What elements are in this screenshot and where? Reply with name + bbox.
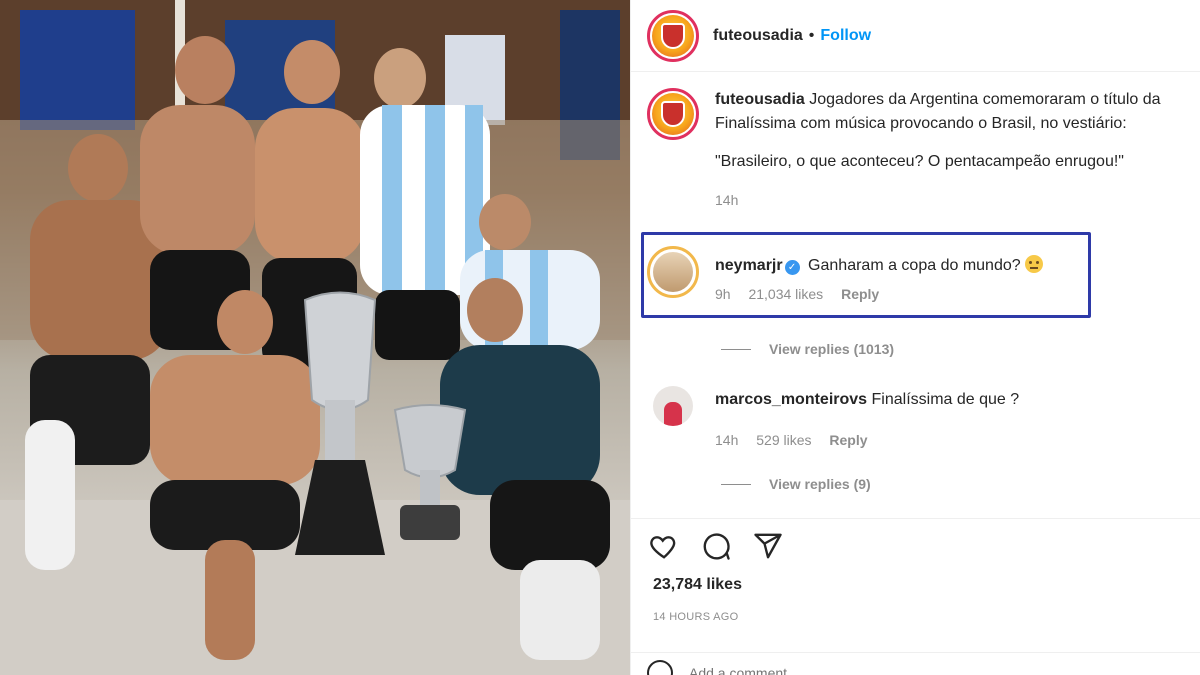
- verified-badge-icon: ✓: [784, 260, 800, 275]
- comment-time: 9h: [715, 286, 731, 302]
- reply-button[interactable]: Reply: [829, 432, 867, 448]
- logo-shield-icon: [661, 101, 685, 127]
- caption-username[interactable]: futeousadia: [715, 91, 805, 108]
- comment-time: 14h: [715, 432, 739, 448]
- comment-input[interactable]: [689, 664, 1069, 675]
- post-likes[interactable]: 23,784 likes: [653, 576, 742, 594]
- view-replies-label: View replies (9): [769, 476, 871, 492]
- comment-likes[interactable]: 21,034 likes: [748, 286, 823, 302]
- divider-line: [721, 348, 751, 350]
- post-time: 14 HOURS AGO: [653, 611, 739, 623]
- caption-time: 14h: [715, 192, 739, 208]
- comment-username[interactable]: neymarjr: [715, 257, 783, 274]
- comment-text: Finalíssima de que ?: [871, 391, 1020, 408]
- view-replies-button[interactable]: View replies (9): [721, 476, 871, 492]
- view-replies-label: View replies (1013): [769, 341, 895, 357]
- header-separator: •: [808, 26, 815, 44]
- marcos-avatar[interactable]: [653, 386, 693, 426]
- comment-neymarjr: neymarjr ✓ Ganharam a copa do mundo? 9h 2…: [647, 246, 1187, 316]
- neymar-avatar[interactable]: [647, 246, 699, 298]
- comment-icon[interactable]: [699, 529, 733, 563]
- divider-line: [721, 483, 751, 485]
- heart-icon[interactable]: [647, 529, 681, 563]
- account-avatar[interactable]: [647, 9, 699, 62]
- post-photo: [0, 0, 630, 675]
- share-icon[interactable]: [751, 529, 785, 563]
- thinking-face-icon: [1024, 255, 1043, 273]
- comment-likes[interactable]: 529 likes: [756, 432, 811, 448]
- reply-button[interactable]: Reply: [841, 286, 879, 302]
- header-username[interactable]: futeousadia: [713, 27, 803, 45]
- post-header: futeousadia • Follow: [631, 0, 1200, 72]
- action-bar: [631, 518, 1200, 566]
- comment-marcos: marcos_monteirovs Finalíssima de que ? 1…: [647, 386, 1187, 456]
- post-caption: futeousadia Jogadores da Argentina comem…: [647, 88, 1187, 228]
- emoji-picker-icon[interactable]: [647, 659, 673, 675]
- view-replies-button[interactable]: View replies (1013): [721, 341, 894, 357]
- locker-room-photo: [0, 0, 630, 675]
- follow-button[interactable]: Follow: [820, 27, 871, 45]
- comment-username[interactable]: marcos_monteirovs: [715, 391, 867, 408]
- post-sidebar: futeousadia • Follow futeousadia Jogador…: [630, 0, 1200, 675]
- caption-avatar[interactable]: [647, 88, 699, 140]
- caption-quote: "Brasileiro, o que aconteceu? O pentacam…: [715, 153, 1124, 170]
- add-comment-bar: [631, 652, 1200, 675]
- logo-shield-icon: [661, 22, 685, 49]
- comment-text: Ganharam a copa do mundo?: [808, 257, 1021, 274]
